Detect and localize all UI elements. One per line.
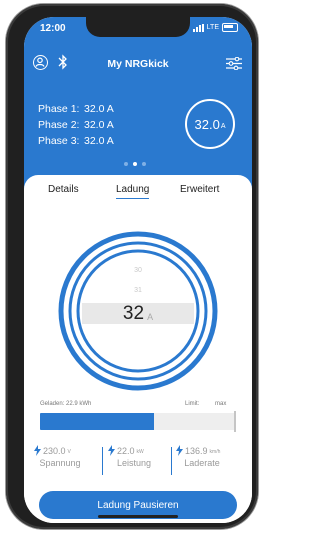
dial-scale-value: 30 bbox=[134, 267, 142, 274]
phone-frame: 12:00 LTE My NRGkick Phase 1: 32.0 A Pha… bbox=[6, 4, 258, 529]
stat-power: 22.0 kW Leistung bbox=[108, 445, 170, 477]
stat-value: 136.9 bbox=[185, 446, 208, 456]
page-dot-active[interactable] bbox=[133, 162, 137, 166]
tab-ladung[interactable]: Ladung bbox=[116, 184, 150, 199]
limit-handle[interactable] bbox=[234, 411, 236, 432]
settings-sliders-icon[interactable] bbox=[226, 56, 242, 75]
phase-value: 32.0 A bbox=[84, 103, 114, 115]
limit-label: Limit: bbox=[185, 401, 200, 407]
page-title: My NRGkick bbox=[107, 58, 169, 70]
page-dot[interactable] bbox=[124, 162, 128, 166]
tab-erweitert[interactable]: Erweitert bbox=[180, 184, 219, 195]
total-current-value: 32.0 bbox=[194, 116, 220, 132]
phase-row: Phase 3: 32.0 A bbox=[38, 133, 114, 149]
bolt-icon bbox=[34, 445, 41, 456]
stat-label: Leistung bbox=[116, 458, 152, 468]
limit-value: max bbox=[215, 401, 227, 407]
tab-details[interactable]: Details bbox=[48, 184, 79, 195]
stat-unit: km/h bbox=[209, 449, 221, 455]
notch bbox=[86, 17, 190, 37]
stat-unit: V bbox=[67, 449, 71, 455]
phase-value: 32.0 A bbox=[84, 119, 114, 131]
stat-value: 230.0 bbox=[43, 446, 66, 456]
phase-label: Phase 3: bbox=[38, 135, 80, 147]
dial-unit: A bbox=[147, 311, 154, 322]
stat-label: Laderate bbox=[184, 458, 220, 468]
stat-charge-rate: 136.9 km/h Laderate bbox=[176, 445, 238, 477]
phase-label: Phase 2: bbox=[38, 119, 80, 131]
charge-progress-bar[interactable] bbox=[40, 413, 236, 430]
phase-row: Phase 1: 32.0 A bbox=[38, 101, 114, 117]
phase-list: Phase 1: 32.0 A Phase 2: 32.0 A Phase 3:… bbox=[38, 101, 114, 149]
page-indicator[interactable] bbox=[124, 162, 146, 166]
stat-divider bbox=[102, 447, 103, 475]
total-current-unit: A bbox=[220, 122, 226, 130]
phase-row: Phase 2: 32.0 A bbox=[38, 117, 114, 133]
total-current-ring: 32.0 A bbox=[185, 99, 235, 149]
page-dot[interactable] bbox=[142, 162, 146, 166]
home-indicator[interactable] bbox=[98, 515, 178, 518]
dial-value: 32 bbox=[122, 302, 145, 324]
status-time: 12:00 bbox=[40, 23, 66, 34]
phase-value: 32.0 A bbox=[84, 135, 114, 147]
status-indicators: LTE bbox=[192, 23, 238, 32]
stat-divider bbox=[171, 447, 172, 475]
stat-voltage: 230.0 V Spannung bbox=[34, 445, 96, 477]
tab-bar: Details Ladung Erweitert bbox=[24, 184, 252, 202]
phase-label: Phase 1: bbox=[38, 103, 80, 115]
charge-progress-fill bbox=[40, 413, 154, 430]
app-screen: 12:00 LTE My NRGkick Phase 1: 32.0 A Pha… bbox=[24, 17, 252, 523]
content-panel: Details Ladung Erweitert 30 31 32 A Gela… bbox=[24, 175, 252, 523]
stat-unit: kW bbox=[136, 449, 144, 455]
dial-selected-band: 32 A bbox=[82, 303, 194, 324]
current-dial[interactable]: 30 31 32 A bbox=[58, 231, 218, 391]
bolt-icon bbox=[108, 445, 115, 456]
stats-row: 230.0 V Spannung 22.0 kW Leistung 136.9 … bbox=[34, 445, 242, 479]
charged-energy-label: Geladen: 22.9 kWh bbox=[40, 401, 92, 407]
signal-icon bbox=[192, 23, 204, 32]
stat-label: Spannung bbox=[39, 458, 81, 468]
bolt-icon bbox=[176, 445, 183, 456]
dial-scale-value: 31 bbox=[134, 287, 142, 294]
network-label: LTE bbox=[206, 24, 219, 31]
battery-icon bbox=[222, 23, 238, 32]
stat-value: 22.0 bbox=[117, 446, 135, 456]
